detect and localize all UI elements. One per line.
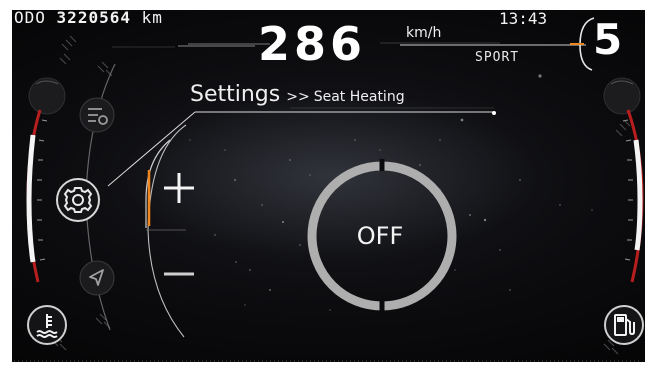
decrease-button[interactable] [156, 254, 202, 294]
breadcrumb-separator: >> [286, 89, 310, 105]
odometer: ODO 3220564 km [14, 8, 163, 27]
clock: 13:43 [499, 9, 548, 28]
speed-unit: km/h [406, 25, 442, 41]
odometer-value: 3220564 [56, 8, 131, 27]
odometer-label: ODO [14, 8, 46, 27]
breadcrumb-settings[interactable]: Settings [190, 82, 280, 107]
plus-icon [164, 173, 194, 203]
breadcrumb: Settings >> Seat Heating [190, 82, 405, 107]
frame-bottom [0, 362, 655, 388]
seat-heating-state: OFF [356, 222, 404, 250]
frame-left [0, 0, 12, 388]
fuel-pump-icon [604, 305, 644, 345]
gear-icon[interactable] [55, 177, 101, 223]
speed-value: 286 [258, 17, 367, 71]
gear-indicator: 5 [593, 15, 623, 64]
drive-mode: SPORT [475, 50, 520, 65]
coolant-temperature-icon [27, 305, 67, 345]
navigation-arrow-icon[interactable] [78, 259, 116, 297]
frame-right [645, 0, 655, 388]
list-gear-icon[interactable] [78, 96, 116, 134]
breadcrumb-current: Seat Heating [313, 89, 405, 105]
instrument-cluster-screen: ODO 3220564 km 13:43 286 km/h SPORT 5 Se… [0, 0, 655, 388]
increase-button[interactable] [156, 165, 202, 211]
odometer-unit: km [141, 8, 163, 27]
